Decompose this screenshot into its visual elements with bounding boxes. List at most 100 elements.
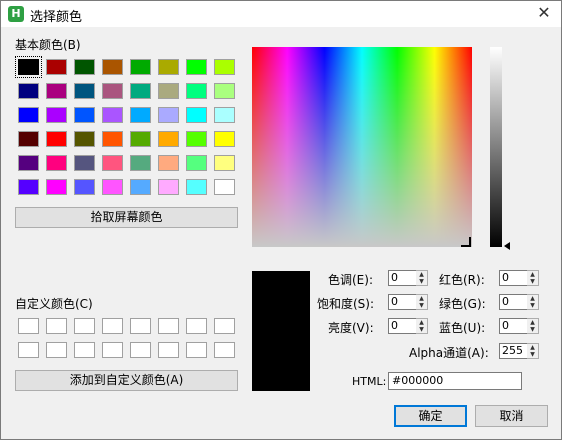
basic-color-swatch[interactable] [158,59,179,75]
luminance-slider[interactable] [490,47,502,247]
spin-down-icon[interactable]: ▼ [527,302,538,309]
basic-color-swatch[interactable] [74,131,95,147]
custom-color-slot[interactable] [18,318,39,334]
basic-color-swatch[interactable] [214,131,235,147]
basic-color-swatch[interactable] [186,179,207,195]
custom-color-slot[interactable] [186,342,207,358]
custom-color-slot[interactable] [74,342,95,358]
spin-up-icon[interactable]: ▲ [527,295,538,302]
basic-color-swatch[interactable] [18,83,39,99]
custom-color-slot[interactable] [18,342,39,358]
custom-color-slot[interactable] [214,318,235,334]
red-label: 红色(R): [439,273,485,287]
basic-color-swatch[interactable] [158,83,179,99]
basic-color-swatch[interactable] [186,155,207,171]
saturation-spin-arrows[interactable]: ▲ ▼ [416,294,428,310]
custom-color-slot[interactable] [102,318,123,334]
basic-color-swatch[interactable] [158,131,179,147]
spin-up-icon[interactable]: ▲ [527,319,538,326]
basic-color-swatch[interactable] [46,83,67,99]
red-spin-arrows[interactable]: ▲ ▼ [527,270,539,286]
custom-color-slot[interactable] [186,318,207,334]
custom-color-slot[interactable] [74,318,95,334]
app-icon: H [8,6,24,22]
ok-button[interactable]: 确定 [394,405,467,427]
basic-color-swatch[interactable] [186,131,207,147]
basic-color-swatch[interactable] [18,155,39,171]
close-button[interactable]: ✕ [527,1,561,27]
hue-spin-arrows[interactable]: ▲ ▼ [416,270,428,286]
basic-color-swatch[interactable] [74,179,95,195]
basic-color-swatch[interactable] [102,131,123,147]
basic-color-swatch[interactable] [74,83,95,99]
spin-up-icon[interactable]: ▲ [416,295,427,302]
custom-color-slot[interactable] [102,342,123,358]
basic-color-swatch[interactable] [214,107,235,123]
basic-color-swatch[interactable] [102,179,123,195]
basic-color-swatch[interactable] [18,131,39,147]
basic-color-swatch[interactable] [15,56,42,78]
basic-color-swatch[interactable] [130,107,151,123]
basic-color-swatch[interactable] [130,179,151,195]
spin-up-icon[interactable]: ▲ [527,344,538,351]
basic-color-swatch[interactable] [158,155,179,171]
basic-color-swatch[interactable] [102,59,123,75]
spin-up-icon[interactable]: ▲ [416,319,427,326]
custom-color-slot[interactable] [46,318,67,334]
basic-color-swatch[interactable] [46,179,67,195]
spectrum-crosshair[interactable] [461,237,471,247]
cancel-button[interactable]: 取消 [475,405,548,427]
custom-color-slot[interactable] [46,342,67,358]
basic-color-swatch[interactable] [102,107,123,123]
basic-color-swatch[interactable] [74,59,95,75]
basic-color-swatch[interactable] [74,155,95,171]
current-color-preview [252,271,310,391]
spin-down-icon[interactable]: ▼ [416,326,427,333]
basic-color-swatch[interactable] [18,107,39,123]
value-label: 亮度(V): [328,321,374,335]
custom-color-slot[interactable] [158,342,179,358]
spin-up-icon[interactable]: ▲ [527,271,538,278]
basic-color-swatch[interactable] [158,107,179,123]
color-spectrum[interactable] [252,47,472,247]
spin-down-icon[interactable]: ▼ [527,326,538,333]
green-spin-arrows[interactable]: ▲ ▼ [527,294,539,310]
html-hex-input[interactable]: #000000 [388,372,522,390]
luminance-arrow-icon[interactable] [504,242,510,250]
basic-color-swatch[interactable] [130,131,151,147]
alpha-spin-arrows[interactable]: ▲ ▼ [527,343,539,359]
basic-color-swatch[interactable] [130,155,151,171]
basic-color-swatch[interactable] [102,83,123,99]
basic-color-swatch[interactable] [102,155,123,171]
basic-color-swatch[interactable] [186,83,207,99]
spin-down-icon[interactable]: ▼ [527,278,538,285]
custom-color-slot[interactable] [130,318,151,334]
basic-color-swatch[interactable] [158,179,179,195]
basic-color-swatch[interactable] [18,179,39,195]
custom-color-slot[interactable] [158,318,179,334]
basic-color-swatch[interactable] [214,155,235,171]
spin-down-icon[interactable]: ▼ [416,302,427,309]
basic-color-swatch[interactable] [46,107,67,123]
basic-color-swatch[interactable] [74,107,95,123]
custom-color-slot[interactable] [130,342,151,358]
basic-color-swatch[interactable] [46,59,67,75]
saturation-label: 饱和度(S): [317,297,375,311]
basic-color-swatch[interactable] [130,83,151,99]
basic-color-swatch[interactable] [214,179,235,195]
custom-color-slot[interactable] [214,342,235,358]
basic-color-swatch[interactable] [214,83,235,99]
basic-color-swatch[interactable] [186,107,207,123]
basic-color-swatch[interactable] [130,59,151,75]
value-spin-arrows[interactable]: ▲ ▼ [416,318,428,334]
spin-up-icon[interactable]: ▲ [416,271,427,278]
basic-color-swatch[interactable] [214,59,235,75]
pick-screen-color-button[interactable]: 拾取屏幕颜色 [15,207,238,228]
add-custom-color-button[interactable]: 添加到自定义颜色(A) [15,370,238,391]
spin-down-icon[interactable]: ▼ [416,278,427,285]
basic-color-swatch[interactable] [46,155,67,171]
blue-spin-arrows[interactable]: ▲ ▼ [527,318,539,334]
spin-down-icon[interactable]: ▼ [527,351,538,358]
basic-color-swatch[interactable] [46,131,67,147]
basic-color-swatch[interactable] [186,59,207,75]
